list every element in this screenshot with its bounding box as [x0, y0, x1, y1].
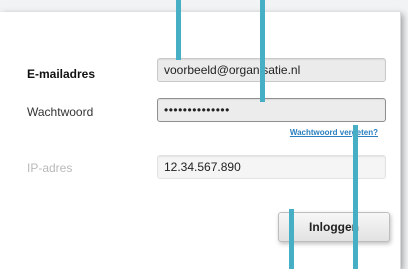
login-panel: E-mailadres voorbeeld@organisatie.nl Wac…	[0, 12, 401, 269]
callout-line-password	[260, 0, 265, 102]
forgot-password-link[interactable]: Wachtwoord vergeten?	[290, 128, 378, 137]
email-field[interactable]: voorbeeld@organisatie.nl	[157, 58, 386, 82]
password-label: Wachtwoord	[27, 105, 94, 119]
ip-field[interactable]: 12.34.567.890	[157, 155, 386, 179]
callout-line-login	[289, 209, 294, 269]
password-field[interactable]: ••••••••••••••	[157, 98, 386, 122]
callout-line-forgot-password	[353, 125, 358, 269]
callout-line-email	[176, 0, 181, 60]
login-button[interactable]: Inloggen	[278, 212, 390, 242]
email-label: E-mailadres	[27, 67, 96, 81]
ip-label: IP-adres	[27, 161, 73, 175]
